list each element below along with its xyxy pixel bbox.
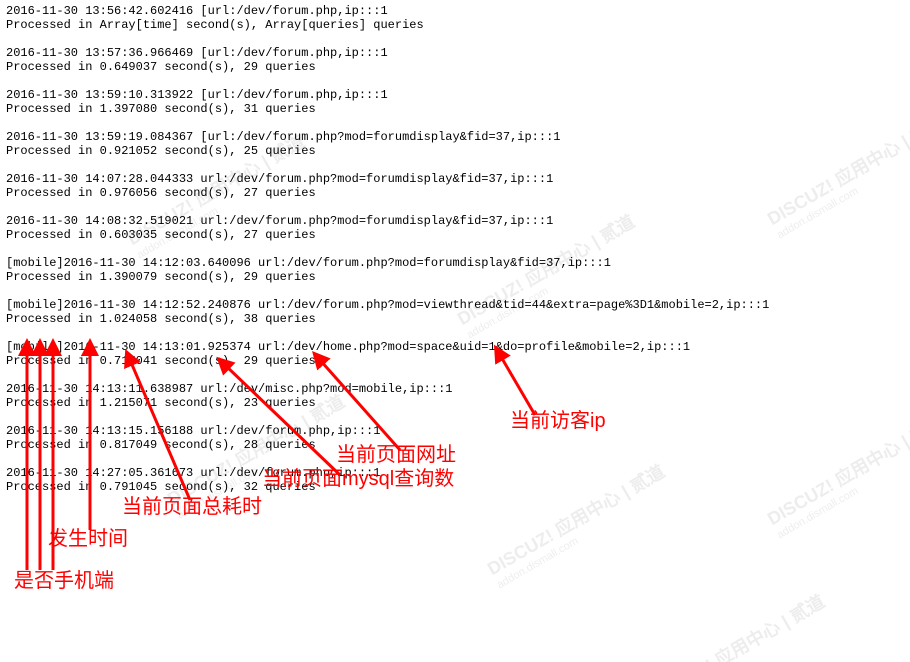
annotation-label-mobile: 是否手机端: [14, 574, 114, 588]
watermark: DISCUZ! 应用中心 | 贰道addon.dismall.com: [764, 412, 910, 544]
log-entry: 2016-11-30 13:59:19.084367 [url:/dev/for…: [6, 130, 769, 158]
log-line-1: 2016-11-30 14:13:11.638987 url:/dev/misc…: [6, 382, 769, 396]
watermark: DISCUZ! 应用中心 | 贰道addon.dismall.com: [764, 112, 910, 244]
log-entry: 2016-11-30 14:07:28.044333 url:/dev/foru…: [6, 172, 769, 200]
log-line-2: Processed in 1.390079 second(s), 29 quer…: [6, 270, 769, 284]
annotation-label-queries: 当前页面mysql查询数: [262, 472, 454, 486]
log-line-2: Processed in 1.397080 second(s), 31 quer…: [6, 102, 769, 116]
log-entry: 2016-11-30 13:57:36.966469 [url:/dev/for…: [6, 46, 769, 74]
log-line-1: [mobile]2016-11-30 14:12:52.240876 url:/…: [6, 298, 769, 312]
log-line-1: 2016-11-30 13:59:19.084367 [url:/dev/for…: [6, 130, 769, 144]
log-line-1: [mobile]2016-11-30 14:13:01.925374 url:/…: [6, 340, 769, 354]
annotation-label-ip: 当前访客ip: [510, 414, 606, 428]
log-line-2: Processed in 1.215071 second(s), 23 quer…: [6, 396, 769, 410]
annotation-label-duration: 当前页面总耗时: [122, 500, 262, 514]
log-line-1: 2016-11-30 13:57:36.966469 [url:/dev/for…: [6, 46, 769, 60]
log-line-2: Processed in 0.717041 second(s), 29 quer…: [6, 354, 769, 368]
log-line-1: 2016-11-30 13:56:42.602416 [url:/dev/for…: [6, 4, 769, 18]
log-line-1: 2016-11-30 14:07:28.044333 url:/dev/foru…: [6, 172, 769, 186]
log-line-2: Processed in 0.976056 second(s), 27 quer…: [6, 186, 769, 200]
log-line-2: Processed in Array[time] second(s), Arra…: [6, 18, 769, 32]
log-entry: [mobile]2016-11-30 14:12:03.640096 url:/…: [6, 256, 769, 284]
log-output: 2016-11-30 13:56:42.602416 [url:/dev/for…: [6, 4, 769, 508]
watermark: DISCUZ! 应用中心 | 贰道addon.dismall.com: [644, 592, 836, 662]
log-line-2: Processed in 1.024058 second(s), 38 quer…: [6, 312, 769, 326]
annotation-label-url: 当前页面网址: [336, 448, 456, 462]
log-line-1: [mobile]2016-11-30 14:12:03.640096 url:/…: [6, 256, 769, 270]
log-entry: 2016-11-30 14:13:11.638987 url:/dev/misc…: [6, 382, 769, 410]
log-line-1: 2016-11-30 13:59:10.313922 [url:/dev/for…: [6, 88, 769, 102]
log-line-2: Processed in 0.649037 second(s), 29 quer…: [6, 60, 769, 74]
annotation-label-time: 发生时间: [48, 532, 128, 546]
log-line-1: 2016-11-30 14:08:32.519021 url:/dev/foru…: [6, 214, 769, 228]
log-entry: 2016-11-30 14:08:32.519021 url:/dev/foru…: [6, 214, 769, 242]
log-line-2: Processed in 0.921052 second(s), 25 quer…: [6, 144, 769, 158]
log-entry: [mobile]2016-11-30 14:13:01.925374 url:/…: [6, 340, 769, 368]
log-line-1: 2016-11-30 14:13:15.156188 url:/dev/foru…: [6, 424, 769, 438]
log-entry: [mobile]2016-11-30 14:12:52.240876 url:/…: [6, 298, 769, 326]
log-line-2: Processed in 0.603035 second(s), 27 quer…: [6, 228, 769, 242]
log-entry: 2016-11-30 13:59:10.313922 [url:/dev/for…: [6, 88, 769, 116]
log-entry: 2016-11-30 13:56:42.602416 [url:/dev/for…: [6, 4, 769, 32]
